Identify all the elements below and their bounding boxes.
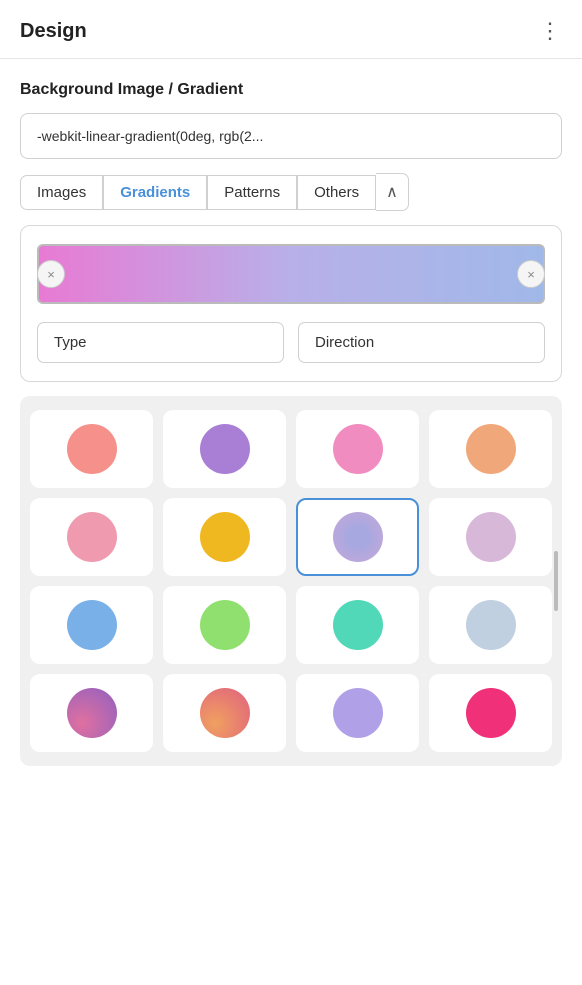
preset-circle	[466, 688, 516, 738]
preset-circle	[333, 688, 383, 738]
preset-item[interactable]	[163, 498, 286, 576]
preset-item[interactable]	[429, 674, 552, 752]
preset-item[interactable]	[429, 410, 552, 488]
preset-circle	[333, 600, 383, 650]
preset-item[interactable]	[429, 498, 552, 576]
preset-circle	[200, 688, 250, 738]
background-section: Background Image / Gradient -webkit-line…	[0, 59, 582, 766]
preset-circle	[200, 424, 250, 474]
tab-gradients[interactable]: Gradients	[103, 175, 207, 210]
preset-item[interactable]	[30, 498, 153, 576]
scrollbar	[554, 551, 558, 611]
preset-circle	[466, 512, 516, 562]
presets-panel	[20, 396, 562, 766]
preset-circle	[67, 688, 117, 738]
preset-item[interactable]	[296, 586, 419, 664]
preset-item[interactable]	[429, 586, 552, 664]
more-options-icon[interactable]: ⋮	[539, 18, 562, 44]
gradient-bar[interactable]	[37, 244, 545, 304]
preset-circle	[466, 600, 516, 650]
gradient-handle-right[interactable]: ×	[517, 260, 545, 288]
tabs-row: Images Gradients Patterns Others ∧	[20, 173, 562, 211]
chevron-up-icon: ∧	[386, 182, 398, 202]
preset-item[interactable]	[163, 586, 286, 664]
preset-circle	[333, 512, 383, 562]
preset-circle	[466, 424, 516, 474]
preset-item[interactable]	[30, 586, 153, 664]
type-direction-row: Type Direction	[37, 322, 545, 363]
gradient-handle-left[interactable]: ×	[37, 260, 65, 288]
preset-item[interactable]	[30, 674, 153, 752]
tabs-collapse-button[interactable]: ∧	[376, 173, 409, 211]
gradient-bar-row: × ×	[37, 244, 545, 304]
preset-item[interactable]	[163, 410, 286, 488]
preset-item[interactable]	[296, 410, 419, 488]
preset-circle	[200, 600, 250, 650]
tab-images[interactable]: Images	[20, 175, 103, 210]
preset-item[interactable]	[30, 410, 153, 488]
preset-circle	[67, 600, 117, 650]
tab-others[interactable]: Others	[297, 175, 376, 210]
preset-circle	[67, 512, 117, 562]
preset-circle	[67, 424, 117, 474]
preset-item[interactable]	[296, 498, 419, 576]
header: Design ⋮	[0, 0, 582, 59]
preset-circle	[200, 512, 250, 562]
type-button[interactable]: Type	[37, 322, 284, 363]
preset-circle	[333, 424, 383, 474]
section-title: Background Image / Gradient	[20, 81, 562, 99]
close-right-icon: ×	[527, 267, 535, 282]
gradient-value-input[interactable]: -webkit-linear-gradient(0deg, rgb(2...	[20, 113, 562, 159]
preset-item[interactable]	[296, 674, 419, 752]
page-title: Design	[20, 20, 87, 43]
direction-button[interactable]: Direction	[298, 322, 545, 363]
close-left-icon: ×	[47, 267, 55, 282]
gradient-panel: × × Type Direction	[20, 225, 562, 382]
preset-item[interactable]	[163, 674, 286, 752]
tab-patterns[interactable]: Patterns	[207, 175, 297, 210]
